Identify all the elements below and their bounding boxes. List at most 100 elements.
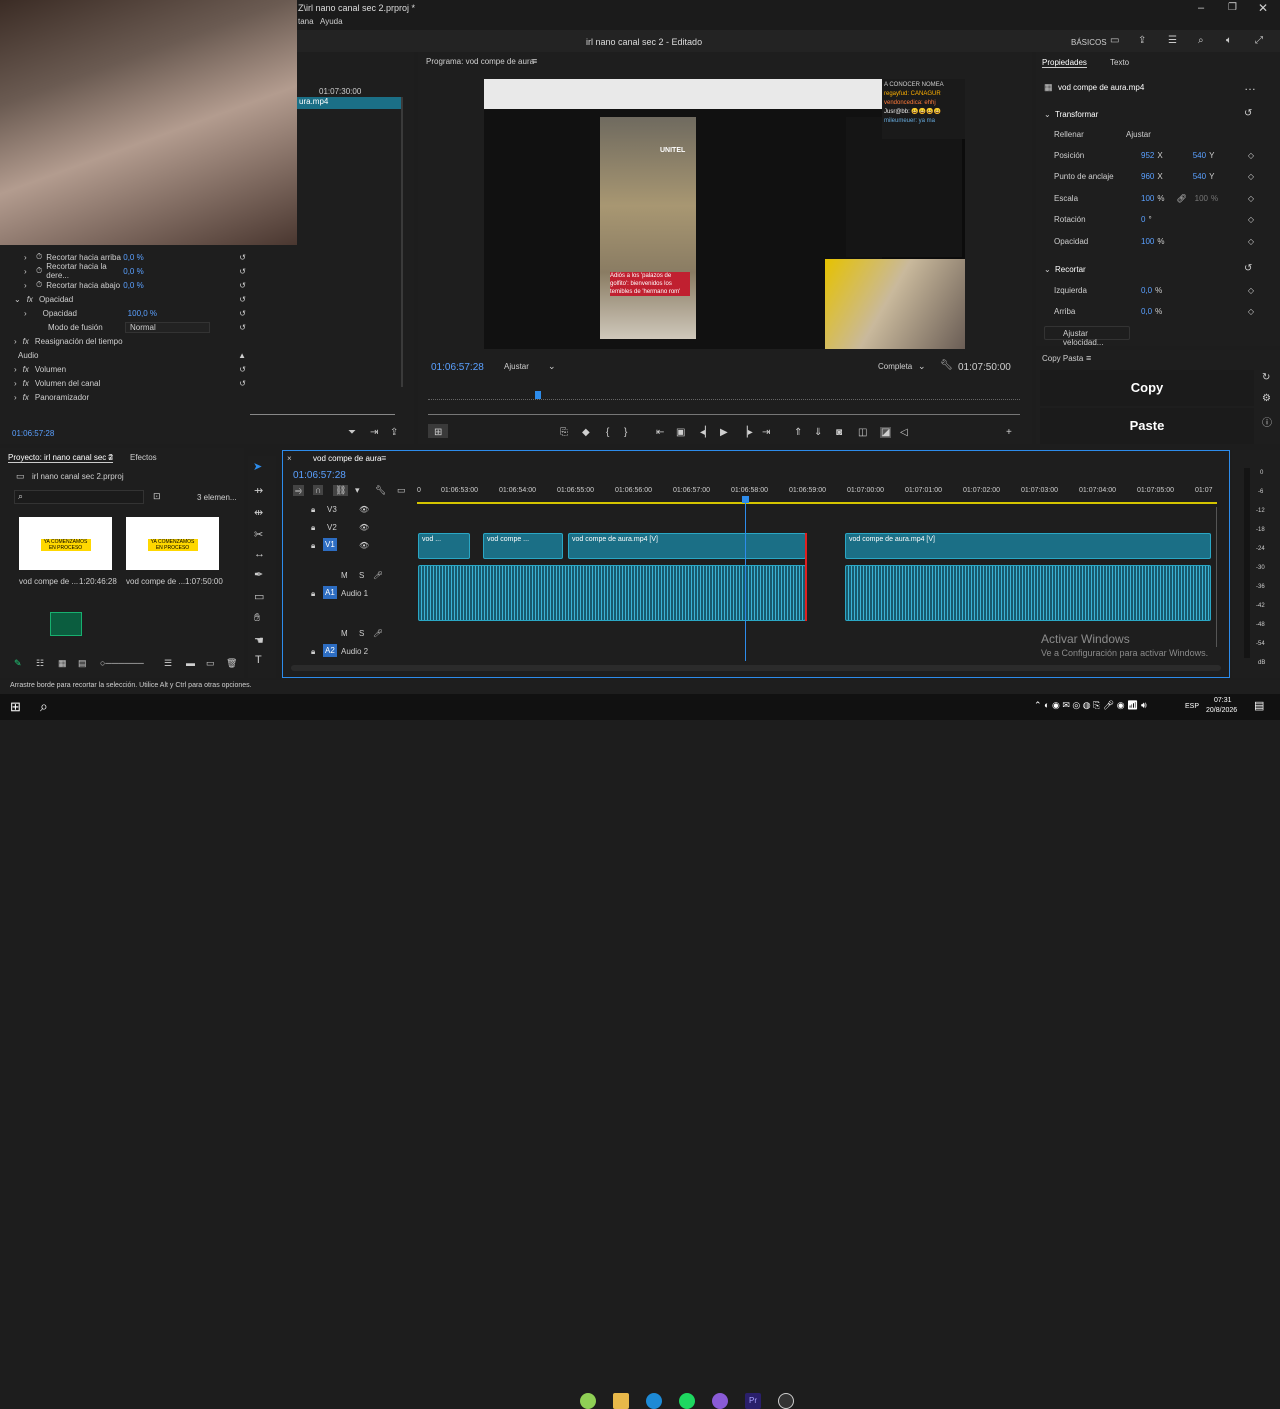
effect-row[interactable]: › fx Volumen ↺ xyxy=(0,362,246,376)
timeline-ruler[interactable]: 0 01:06:53:00 01:06:54:00 01:06:55:00 01… xyxy=(417,487,1217,499)
speaker-icon[interactable]: ◁ xyxy=(900,427,908,438)
effect-row[interactable]: › Opacidad 100,0 % ↺ xyxy=(0,306,246,320)
program-playhead[interactable] xyxy=(535,391,541,399)
folder-icon[interactable] xyxy=(613,1393,629,1409)
extract-icon[interactable]: ⇓ xyxy=(814,427,822,438)
track-a1-label[interactable]: A1 xyxy=(323,586,337,599)
eye-icon[interactable]: 👁︎ xyxy=(359,505,369,514)
menu-help[interactable]: Ayuda xyxy=(320,17,343,26)
edge-icon[interactable] xyxy=(646,1393,662,1409)
timeline-hscroll[interactable] xyxy=(291,665,1221,671)
premiere-icon[interactable]: Pr xyxy=(745,1393,761,1409)
tab-text[interactable]: Texto xyxy=(1110,58,1129,67)
razor-icon[interactable]: ✂ xyxy=(254,528,263,541)
chevron-down-icon[interactable]: ⌄ xyxy=(1044,265,1051,274)
volume-icon[interactable]: 🔈︎ xyxy=(1226,35,1232,46)
language-indicator[interactable]: ESP xyxy=(1185,703,1199,710)
eye-icon[interactable]: 👁︎ xyxy=(359,541,369,550)
quality-select[interactable]: Completa xyxy=(878,362,912,371)
menu-icon[interactable]: ≡ xyxy=(1086,353,1091,363)
marker-icon[interactable]: ◆ xyxy=(582,427,590,438)
trash-icon[interactable]: 🗑︎ xyxy=(226,658,237,669)
paste-button[interactable]: Paste xyxy=(1040,408,1254,444)
fit-button[interactable]: Ajustar xyxy=(1126,130,1151,139)
info-icon[interactable]: ⓘ xyxy=(1262,414,1272,429)
filter-icon[interactable]: ⏷ xyxy=(348,427,356,438)
add-button-icon[interactable]: + xyxy=(1006,427,1012,438)
chevron-down-icon[interactable]: ⌄ xyxy=(548,361,556,372)
project-item-thumb[interactable]: YA COMENZAMOS EN PROCESO xyxy=(19,517,112,570)
project-item-name[interactable]: vod compe de ... xyxy=(19,577,78,586)
timeline-scrollbar[interactable] xyxy=(1216,507,1217,647)
spotify-icon[interactable] xyxy=(679,1393,695,1409)
crop-section[interactable]: Recortar xyxy=(1055,265,1086,274)
play-icon[interactable]: ▶ xyxy=(720,427,728,438)
lift-icon[interactable]: ⇑ xyxy=(794,427,802,438)
reset-icon[interactable]: ↺ xyxy=(1244,108,1252,119)
pencil-icon[interactable]: ✎ xyxy=(14,658,22,669)
program-menu-icon[interactable]: ≡ xyxy=(532,56,537,66)
effect-row[interactable]: › fx Panoramizador xyxy=(0,390,246,404)
fill-button[interactable]: Rellenar xyxy=(1054,130,1084,139)
gear-icon[interactable]: ⚙ xyxy=(1262,393,1271,404)
lock-icon[interactable]: 🔒︎ xyxy=(311,589,315,599)
export-frame-icon[interactable]: ⇪ xyxy=(390,427,398,438)
new-bin-icon[interactable]: ▬ xyxy=(186,658,195,668)
settings-icon[interactable]: ⊞ xyxy=(434,427,442,438)
mic-icon[interactable]: 🎤︎ xyxy=(373,629,383,638)
menu-icon[interactable]: ☰ xyxy=(1168,35,1177,46)
chevron-down-icon[interactable]: ⌄ xyxy=(1044,110,1051,119)
chevron-down-icon[interactable]: ⌄ xyxy=(918,361,926,372)
rectangle-icon[interactable]: ▭ xyxy=(254,590,264,603)
search-icon[interactable]: ⌕ xyxy=(40,698,48,715)
step-forward-icon[interactable]: ▕▸ xyxy=(740,427,753,438)
program-ruler[interactable] xyxy=(428,392,1020,400)
hand-icon[interactable]: ✋︎ xyxy=(254,612,260,625)
source-clip[interactable]: ura.mp4 xyxy=(297,97,401,109)
playhead-handle[interactable] xyxy=(742,496,749,503)
video-clip[interactable]: vod compe de aura.mp4 [V] xyxy=(845,533,1211,559)
tab-properties[interactable]: Propiedades xyxy=(1042,58,1087,68)
menu-window[interactable]: tana xyxy=(298,17,314,26)
tab-effects[interactable]: Efectos xyxy=(130,453,157,462)
effect-row[interactable]: ⌄ fx Opacidad ↺ xyxy=(0,292,246,306)
captions-icon[interactable]: ▭ xyxy=(397,485,406,496)
new-bin-icon[interactable]: ⊡ xyxy=(153,491,161,502)
type-tool-icon[interactable]: T xyxy=(255,654,262,666)
go-to-out-icon[interactable]: ⇥ xyxy=(762,427,770,438)
zoom-bar[interactable] xyxy=(428,414,1020,415)
tab-project[interactable]: Proyecto: irl nano canal sec 2 xyxy=(8,453,113,463)
step-back-icon[interactable]: ◂▏ xyxy=(700,427,713,438)
lock-icon[interactable]: 🔒︎ xyxy=(311,541,315,551)
close-button[interactable]: ✕ xyxy=(1258,1,1268,15)
snap-icon[interactable]: ⥤ xyxy=(293,485,305,496)
ec-scroll[interactable] xyxy=(250,414,395,415)
project-item-thumb[interactable]: YA COMENZAMOS EN PROCESO xyxy=(126,517,219,570)
camera-icon[interactable]: ◙ xyxy=(836,427,842,438)
more-icon[interactable]: … xyxy=(1244,79,1256,93)
track-select-icon[interactable]: ⇸ xyxy=(254,484,263,497)
trim-edge[interactable] xyxy=(805,533,807,621)
icon-view-icon[interactable]: ▦ xyxy=(58,658,67,669)
pen-icon[interactable]: ✒ xyxy=(254,568,263,581)
work-area-bar[interactable] xyxy=(417,502,1217,504)
wrench-icon[interactable]: 🔧︎ xyxy=(375,485,386,496)
slip-icon[interactable]: ↔ xyxy=(254,548,265,560)
video-clip[interactable]: vod compe ... xyxy=(483,533,563,559)
panel-icon[interactable]: ▭ xyxy=(1110,35,1119,46)
clock-date[interactable]: 20/8/2026 xyxy=(1206,707,1237,714)
list-view-icon[interactable]: ☷ xyxy=(36,658,44,669)
go-to-in-icon[interactable]: ⇤ xyxy=(656,427,664,438)
search-icon[interactable]: ⌕ xyxy=(1198,35,1204,46)
audio-clip[interactable] xyxy=(845,565,1211,621)
mark-in-icon[interactable]: { xyxy=(606,427,609,438)
mic-icon[interactable]: 🎤︎ xyxy=(373,571,383,580)
solo-button[interactable]: S xyxy=(359,571,364,580)
marker-icon[interactable]: ▾ xyxy=(355,485,360,496)
transform-section[interactable]: Transformar xyxy=(1055,110,1098,119)
compare-icon[interactable]: ◫ xyxy=(858,427,867,438)
timeline-tab[interactable]: vod compe de aura xyxy=(313,454,382,463)
effect-row[interactable]: › ⏱ Recortar hacia abajo 0,0 % ↺ xyxy=(0,278,246,292)
audio-clip[interactable] xyxy=(418,565,806,621)
hand-icon[interactable]: ☚ xyxy=(254,634,264,647)
